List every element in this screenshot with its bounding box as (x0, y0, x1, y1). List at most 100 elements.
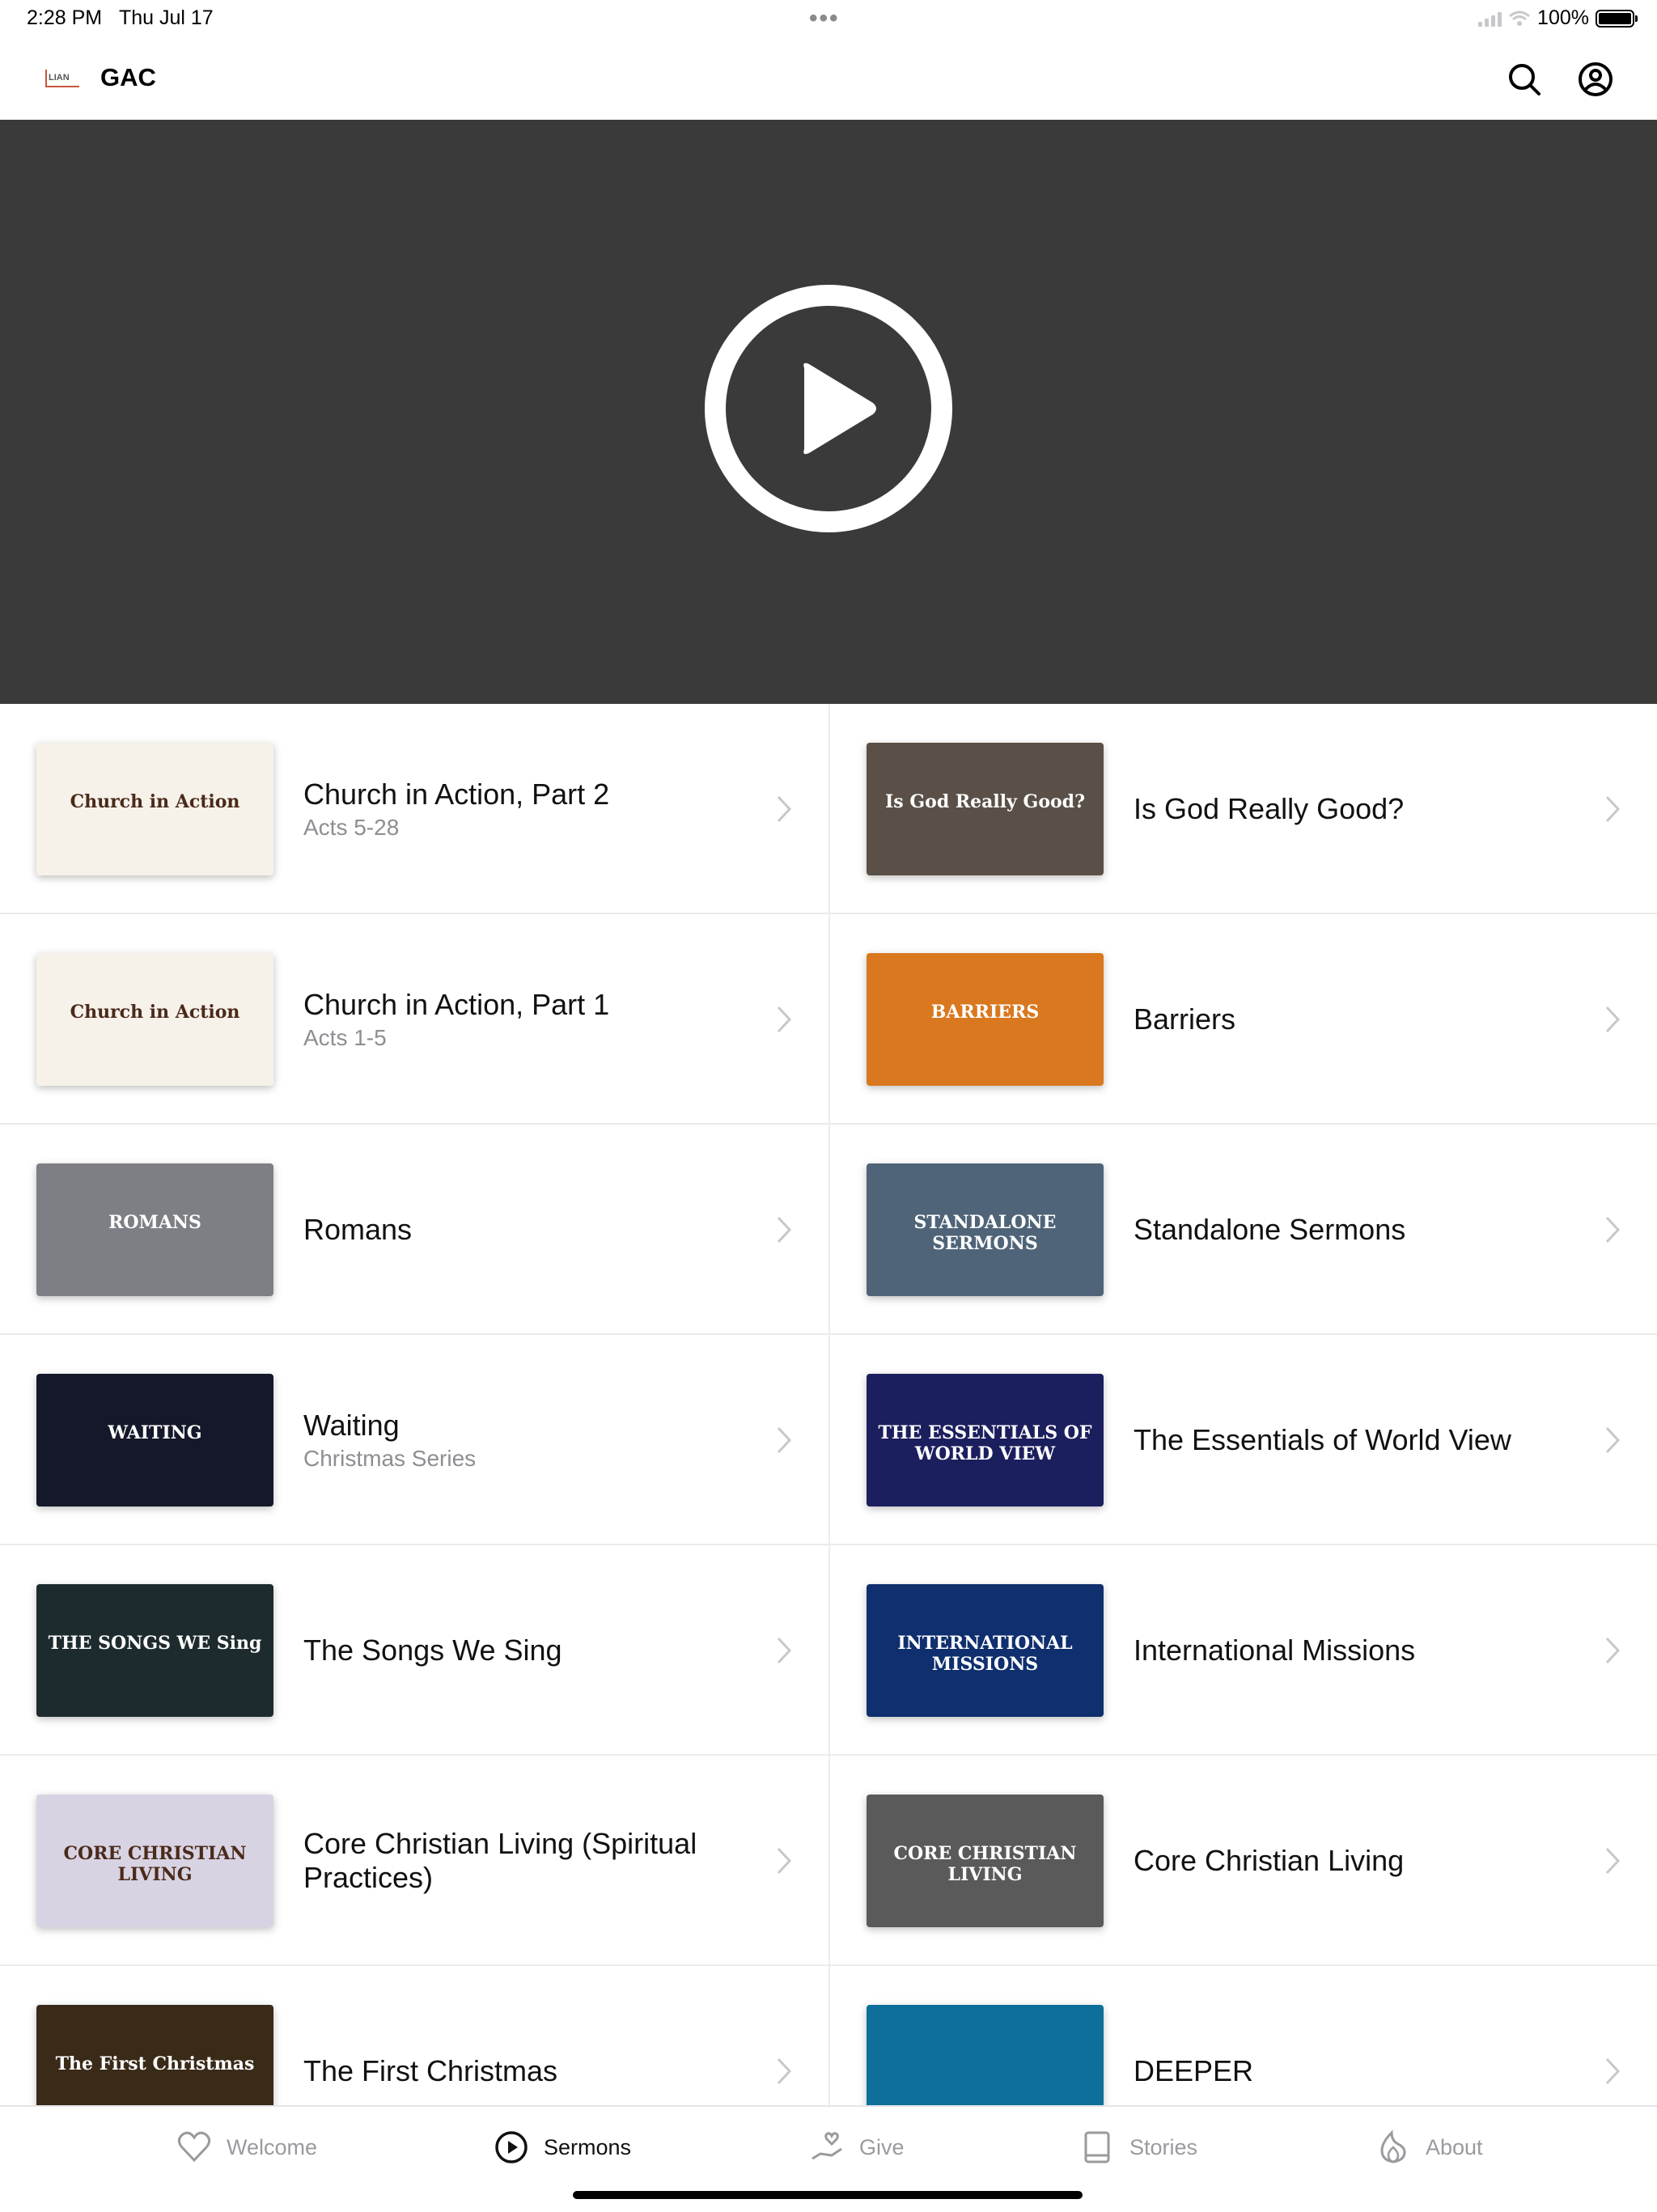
series-text: International Missions (1134, 1545, 1570, 1756)
series-title: Waiting (303, 1409, 400, 1442)
time-text: 2:28 PM (27, 6, 103, 29)
tab-sermons[interactable]: Sermons (494, 2129, 631, 2165)
thumbnail-title: Church in Action (70, 791, 240, 812)
app-header: LIAN GAC (0, 39, 1657, 120)
chevron-right-icon (777, 1637, 792, 1664)
flame-icon (1380, 2129, 1406, 2163)
series-thumbnail: BARRIERS (867, 953, 1104, 1086)
series-title: The First Christmas (303, 2054, 558, 2087)
series-text: The Essentials of World View (1134, 1335, 1570, 1545)
chevron-right-icon (777, 1216, 792, 1244)
series-thumbnail: INTERNATIONAL MISSIONS (867, 1584, 1104, 1717)
series-text: Romans (303, 1125, 740, 1335)
signal-icon (1478, 11, 1502, 27)
tab-stories[interactable]: Stories (1079, 2129, 1197, 2165)
series-title: Core Christian Living (1134, 1844, 1405, 1877)
chevron-right-icon (777, 2057, 792, 2085)
home-indicator[interactable] (573, 2191, 1083, 2199)
thumbnail-title: THE SONGS WE Sing (48, 1633, 262, 1654)
series-row[interactable]: The First Christmas The First Christmas (0, 1966, 828, 2105)
thumbnail-title: THE ESSENTIALS OF WORLD VIEW (878, 1422, 1092, 1464)
tab-label: About (1426, 2134, 1483, 2159)
series-row[interactable]: THE ESSENTIALS OF WORLD VIEW The Essentia… (828, 1335, 1657, 1545)
chevron-right-icon (1605, 1216, 1621, 1244)
series-title: Church in Action, Part 2 (303, 778, 610, 811)
tab-label: Give (859, 2134, 905, 2159)
series-text: Church in Action, Part 2 Acts 5-28 (303, 704, 740, 914)
chevron-right-icon (777, 1006, 792, 1033)
series-row[interactable]: CORE CHRISTIAN LIVING Core Christian Livi… (828, 1756, 1657, 1966)
chevron-right-icon (777, 1426, 792, 1454)
tab-give[interactable]: Give (809, 2129, 905, 2165)
series-text: Core Christian Living (Spiritual Practic… (303, 1756, 740, 1966)
tab-about[interactable]: About (1375, 2129, 1483, 2165)
series-title: International Missions (1134, 1634, 1416, 1667)
series-title: Core Christian Living (Spiritual Practic… (303, 1827, 697, 1894)
series-title: Romans (303, 1213, 413, 1246)
play-circle-icon[interactable] (703, 283, 954, 534)
multitasking-dots[interactable]: ••• (809, 5, 840, 32)
chevron-right-icon (1605, 795, 1621, 823)
chevron-right-icon (1605, 1426, 1621, 1454)
tab-welcome[interactable]: Welcome (176, 2129, 317, 2165)
thumbnail-title: CORE CHRISTIAN LIVING (893, 1843, 1077, 1885)
series-title: DEEPER (1134, 2054, 1254, 2087)
series-row[interactable]: Church in Action Church in Action, Part 1… (0, 914, 828, 1125)
series-subtitle: Christmas Series (303, 1446, 477, 1471)
series-row[interactable]: INTERNATIONAL MISSIONS International Miss… (828, 1545, 1657, 1756)
series-row[interactable]: STANDALONE SERMONS Standalone Sermons (828, 1125, 1657, 1335)
series-text: Waiting Christmas Series (303, 1335, 740, 1545)
series-row[interactable]: DEEPER (828, 1966, 1657, 2105)
series-thumbnail: Is God Really Good? (867, 743, 1104, 875)
sermon-series-list: Church in Action Church in Action, Part 2… (0, 704, 1657, 2105)
account-icon[interactable] (1576, 60, 1615, 99)
thumbnail-title: INTERNATIONAL MISSIONS (897, 1633, 1073, 1675)
chevron-right-icon (1605, 1637, 1621, 1664)
series-thumbnail: ROMANS (36, 1163, 273, 1296)
heart-icon (177, 2131, 211, 2163)
series-row[interactable]: WAITING Waiting Christmas Series (0, 1335, 828, 1545)
chevron-right-icon (1605, 1847, 1621, 1875)
series-row[interactable]: CORE CHRISTIAN LIVING Core Christian Livi… (0, 1756, 828, 1966)
series-title: The Songs We Sing (303, 1634, 562, 1667)
tab-label: Welcome (227, 2134, 318, 2159)
thumbnail-title: WAITING (108, 1422, 202, 1443)
series-text: Church in Action, Part 1 Acts 1-5 (303, 914, 740, 1125)
series-text: The Songs We Sing (303, 1545, 740, 1756)
thumbnail-title: The First Christmas (55, 2053, 255, 2074)
series-thumbnail (867, 2005, 1104, 2105)
series-thumbnail: THE SONGS WE Sing (36, 1584, 273, 1717)
series-text: Core Christian Living (1134, 1756, 1570, 1966)
wifi-icon (1509, 11, 1531, 26)
video-player[interactable] (0, 120, 1657, 704)
series-title: The Essentials of World View (1134, 1423, 1511, 1456)
series-subtitle: Acts 5-28 (303, 815, 400, 840)
series-text: DEEPER (1134, 1966, 1570, 2105)
series-subtitle: Acts 1-5 (303, 1025, 387, 1050)
series-text: Standalone Sermons (1134, 1125, 1570, 1335)
church-logo: LIAN (45, 70, 79, 87)
chevron-right-icon (1605, 2057, 1621, 2085)
series-thumbnail: The First Christmas (36, 2005, 273, 2105)
series-thumbnail: Church in Action (36, 953, 273, 1086)
status-bar: 2:28 PM Thu Jul 17 ••• 100% (0, 0, 1657, 39)
series-text: Is God Really Good? (1134, 704, 1570, 914)
series-title: Standalone Sermons (1134, 1213, 1406, 1246)
book-icon (1084, 2131, 1110, 2163)
tab-label: Stories (1129, 2134, 1198, 2159)
series-thumbnail: Church in Action (36, 743, 273, 875)
status-right: 100% (1478, 6, 1638, 30)
status-time: 2:28 PM Thu Jul 17 (27, 6, 214, 30)
thumbnail-title: STANDALONE SERMONS (913, 1212, 1057, 1254)
chevron-right-icon (777, 795, 792, 823)
series-thumbnail: WAITING (36, 1374, 273, 1506)
search-icon[interactable] (1505, 60, 1544, 99)
thumbnail-title: BARRIERS (930, 1002, 1040, 1023)
series-row[interactable]: THE SONGS WE Sing The Songs We Sing (0, 1545, 828, 1756)
series-row[interactable]: Church in Action Church in Action, Part 2… (0, 704, 828, 914)
series-row[interactable]: Is God Really Good? Is God Really Good? (828, 704, 1657, 914)
series-row[interactable]: ROMANS Romans (0, 1125, 828, 1335)
series-row[interactable]: BARRIERS Barriers (828, 914, 1657, 1125)
tab-bar: Welcome Sermons Give Stories About (0, 2105, 1657, 2212)
series-thumbnail: STANDALONE SERMONS (867, 1163, 1104, 1296)
